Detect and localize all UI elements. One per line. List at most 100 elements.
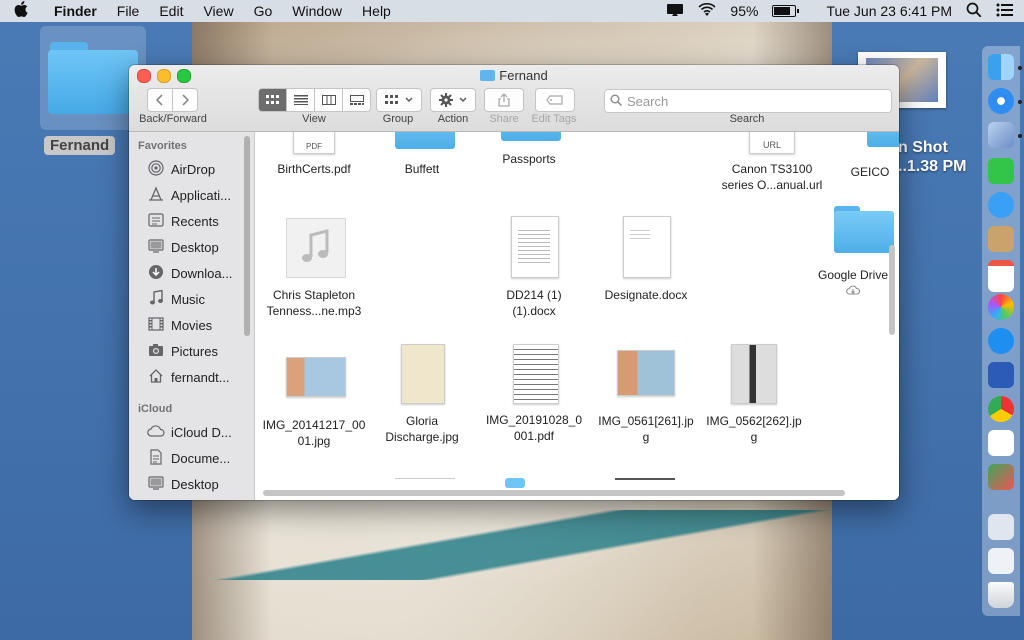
file-item-geico[interactable]: GEICO xyxy=(840,164,899,180)
file-item-birthcerts[interactable]: BirthCerts.pdf xyxy=(259,161,369,177)
folder-icon[interactable] xyxy=(501,132,561,141)
vertical-scrollbar[interactable] xyxy=(889,245,895,335)
menu-finder[interactable]: Finder xyxy=(42,3,107,19)
file-item-designate[interactable]: Designate.docx xyxy=(591,287,701,303)
mail-stack-icon[interactable] xyxy=(988,548,1014,574)
file-item-img-20191028[interactable]: IMG_20191028_0 001.pdf xyxy=(479,412,589,444)
safari-icon[interactable] xyxy=(988,88,1014,114)
downloads-stack-icon[interactable] xyxy=(988,514,1014,540)
sidebar-item-icloud-drive[interactable]: iCloud D... xyxy=(129,420,254,444)
pdf-document-icon[interactable]: PDF xyxy=(293,132,335,154)
docx-document-icon[interactable] xyxy=(623,216,671,278)
folder-icon[interactable] xyxy=(48,42,138,114)
file-item-img-0561[interactable]: IMG_0561[261].jp g xyxy=(591,413,701,445)
word-icon[interactable] xyxy=(988,362,1014,388)
back-button[interactable] xyxy=(147,88,173,112)
edit-tags-button[interactable] xyxy=(535,88,575,112)
calendar-icon[interactable] xyxy=(988,260,1014,292)
folder-icon[interactable] xyxy=(867,132,899,147)
contacts-icon[interactable] xyxy=(988,226,1014,252)
sidebar-item-music[interactable]: Music xyxy=(129,287,254,311)
wifi-icon[interactable] xyxy=(698,2,716,20)
numbers-icon[interactable] xyxy=(988,430,1014,456)
file-item-buffett[interactable]: Buffett xyxy=(367,161,477,177)
sidebar-item-home[interactable]: fernandt... xyxy=(129,365,254,389)
file-item-google-drive[interactable]: Google Drive xyxy=(813,267,893,299)
desktop-folder-label[interactable]: Fernand xyxy=(44,136,116,155)
partial-folder-icon[interactable] xyxy=(505,478,525,488)
sidebar-item-applications[interactable]: Applicati... xyxy=(129,183,254,207)
menu-view[interactable]: View xyxy=(193,3,243,19)
image-file-icon[interactable] xyxy=(617,350,675,396)
group-button[interactable] xyxy=(376,88,422,112)
search-input[interactable]: Search xyxy=(627,94,668,109)
app-store-icon[interactable] xyxy=(988,328,1014,354)
folder-icon[interactable] xyxy=(834,206,894,253)
apple-icon[interactable] xyxy=(0,1,42,21)
photos-icon[interactable] xyxy=(988,294,1014,320)
screen-mirror-icon[interactable] xyxy=(666,3,684,20)
sidebar-item-documents[interactable]: Docume... xyxy=(129,446,254,470)
image-file-icon[interactable] xyxy=(286,357,346,397)
file-item-canon[interactable]: Canon TS3100 series O...anual.url xyxy=(717,161,827,193)
search-label: Search xyxy=(729,113,765,125)
share-button[interactable] xyxy=(484,88,524,112)
sidebar-item-icloud-desktop[interactable]: Desktop xyxy=(129,472,254,496)
pdf-document-icon[interactable] xyxy=(513,344,559,404)
sidebar-item-movies[interactable]: Movies xyxy=(129,313,254,337)
sidebar-item-desktop[interactable]: Desktop xyxy=(129,235,254,259)
sidebar-item-pictures[interactable]: Pictures xyxy=(129,339,254,363)
url-document-icon[interactable]: URL xyxy=(749,132,795,154)
screenshot-label[interactable]: n Shot ..1.38 PM xyxy=(898,138,966,176)
file-item-dd214[interactable]: DD214 (1) (1).docx xyxy=(479,287,589,319)
file-item-chris-stapleton[interactable]: Chris Stapleton Tenness...ne.mp3 xyxy=(259,287,369,319)
menu-file[interactable]: File xyxy=(107,3,150,19)
menu-go[interactable]: Go xyxy=(244,3,283,19)
sidebar-item-recents[interactable]: Recents xyxy=(129,209,254,233)
image-file-icon[interactable] xyxy=(731,344,777,404)
file-item-img-0562[interactable]: IMG_0562[262].jp g xyxy=(699,413,809,445)
menu-edit[interactable]: Edit xyxy=(149,3,193,19)
list-view-button[interactable] xyxy=(286,88,315,112)
preview-icon[interactable] xyxy=(988,122,1014,148)
gallery-view-button[interactable] xyxy=(342,88,371,112)
chevron-right-icon xyxy=(182,94,189,106)
partial-file-icon[interactable] xyxy=(615,478,675,490)
file-item-gloria-discharge[interactable]: Gloria Discharge.jpg xyxy=(367,413,477,445)
finder-icon[interactable] xyxy=(988,54,1014,80)
trash-icon[interactable] xyxy=(988,582,1014,608)
group-label: Group xyxy=(382,113,414,125)
search-field[interactable]: Search xyxy=(604,89,892,113)
file-name-line2: Discharge.jpg xyxy=(385,430,459,444)
forward-button[interactable] xyxy=(172,88,198,112)
menu-window[interactable]: Window xyxy=(282,3,352,19)
clock[interactable]: Tue Jun 23 6:41 PM xyxy=(826,3,952,19)
sidebar-scrollbar[interactable] xyxy=(244,136,250,336)
messages-icon[interactable] xyxy=(988,192,1014,218)
file-item-img-20141217[interactable]: IMG_20141217_00 01.jpg xyxy=(259,417,369,449)
utilities-folder-icon[interactable] xyxy=(988,464,1014,490)
facetime-icon[interactable] xyxy=(988,158,1014,184)
audio-file-icon[interactable] xyxy=(286,218,346,278)
downloads-icon xyxy=(145,264,167,283)
icon-view-button[interactable] xyxy=(258,88,287,112)
docx-document-icon[interactable] xyxy=(511,216,559,278)
sidebar-item-label: Downloa... xyxy=(171,265,233,281)
notification-center-icon[interactable] xyxy=(996,3,1014,20)
partial-file-icon[interactable] xyxy=(395,478,455,489)
chrome-icon[interactable] xyxy=(988,396,1014,422)
menu-help[interactable]: Help xyxy=(352,3,401,19)
sidebar-item-downloads[interactable]: Downloa... xyxy=(129,261,254,285)
spotlight-search-icon[interactable] xyxy=(966,2,982,21)
image-file-icon[interactable] xyxy=(401,344,445,404)
horizontal-scrollbar[interactable] xyxy=(263,490,845,496)
file-name: IMG_0562[262].jp xyxy=(706,414,802,428)
icloud-download-icon[interactable] xyxy=(846,284,861,298)
battery-icon[interactable] xyxy=(772,5,800,17)
file-item-passports[interactable]: Passports xyxy=(474,151,584,167)
folder-icon[interactable] xyxy=(395,132,455,149)
music-note-icon xyxy=(302,229,329,262)
sidebar-item-airdrop[interactable]: AirDrop xyxy=(129,157,254,181)
action-button[interactable] xyxy=(430,88,476,112)
column-view-button[interactable] xyxy=(314,88,343,112)
